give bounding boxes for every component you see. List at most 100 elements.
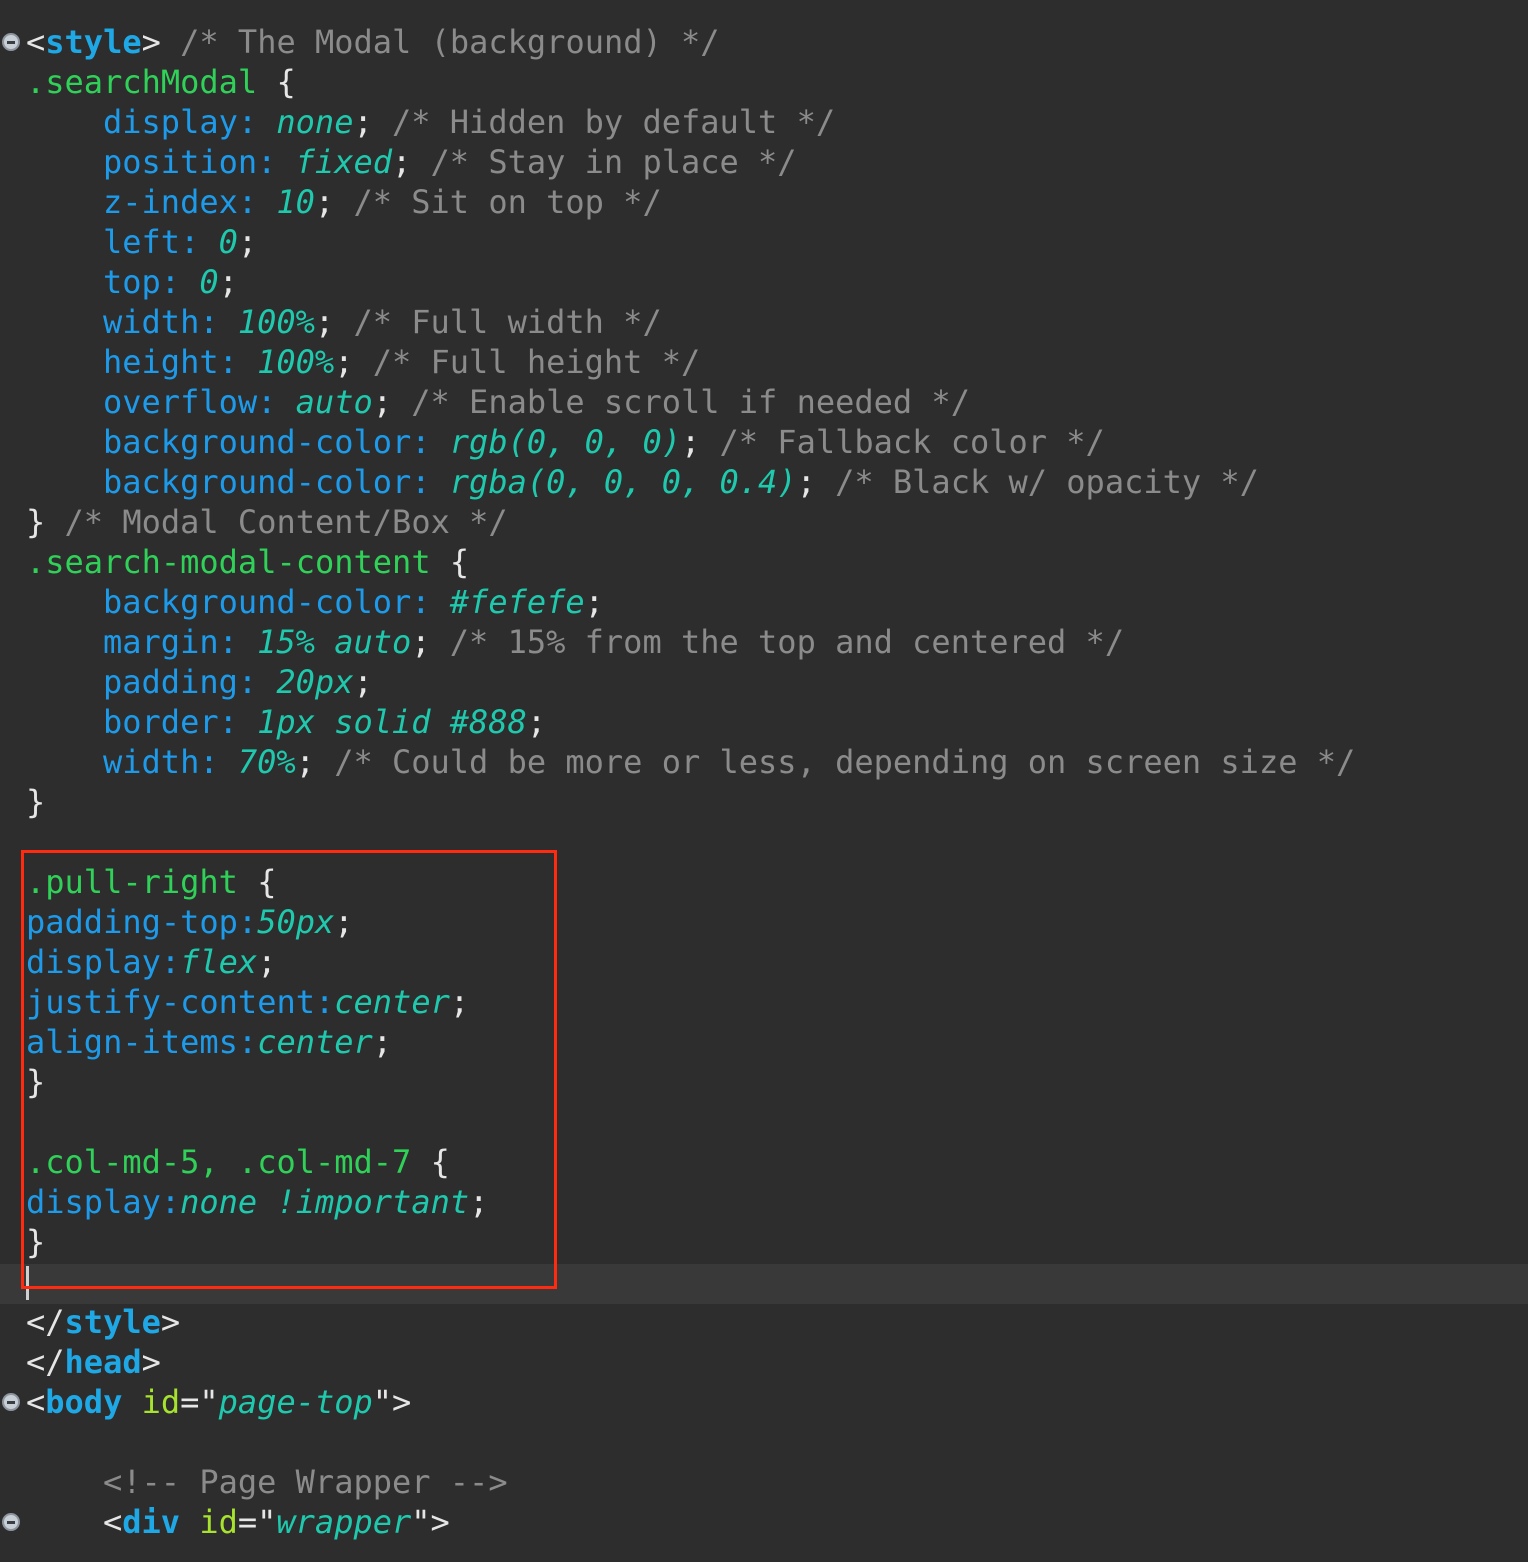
code-line[interactable]: top: 0; (26, 262, 238, 302)
code-token: head (64, 1343, 142, 1381)
code-editor[interactable]: <style> /* The Modal (background) */.sea… (0, 0, 1528, 1562)
code-token: z-index: (103, 183, 258, 221)
code-token: overflow: (103, 383, 277, 421)
code-token: { (257, 63, 296, 101)
code-token: ; (314, 183, 335, 221)
code-token: /* Black w/ opacity */ (815, 463, 1259, 501)
code-token: /* Full height */ (353, 343, 701, 381)
code-token: ; (237, 223, 258, 261)
code-token: > (141, 23, 161, 61)
code-line[interactable]: <body id="page-top"> (26, 1382, 411, 1422)
code-token: /* Fallback color */ (700, 423, 1105, 461)
code-token: ; (411, 623, 431, 661)
code-token: border: (103, 703, 238, 741)
code-line[interactable]: position: fixed; /* Stay in place */ (26, 142, 797, 182)
code-line[interactable]: margin: 15% auto; /* 15% from the top an… (26, 622, 1124, 662)
code-token: } (26, 503, 46, 541)
code-line[interactable]: background-color: #fefefe; (26, 582, 604, 622)
code-line[interactable]: overflow: auto; /* Enable scroll if need… (26, 382, 970, 422)
code-token: ; (680, 423, 701, 461)
code-token: height: (103, 343, 238, 381)
code-line[interactable]: border: 1px solid #888; (26, 702, 546, 742)
code-token: wrapper (276, 1503, 412, 1541)
code-token: </ (26, 1343, 65, 1381)
code-token: < (103, 1503, 123, 1541)
code-token: background-color: (103, 583, 431, 621)
code-line[interactable]: padding: 20px; (26, 662, 373, 702)
code-token: { (430, 543, 470, 581)
code-token: 0 (180, 263, 219, 301)
code-token: =" (237, 1503, 277, 1541)
fold-toggle-icon[interactable] (2, 33, 20, 51)
code-line[interactable]: </style> (26, 1302, 180, 1342)
red-annotation-box (21, 850, 557, 1289)
code-token: rgb(0, 0, 0) (430, 423, 681, 461)
code-line[interactable]: background-color: rgb(0, 0, 0); /* Fallb… (26, 422, 1105, 462)
code-token: padding: (103, 663, 258, 701)
code-line[interactable]: } (26, 782, 45, 822)
code-line[interactable]: <style> /* The Modal (background) */ (26, 22, 720, 62)
code-line[interactable]: width: 70%; /* Could be more or less, de… (26, 742, 1355, 782)
code-token: ; (334, 343, 354, 381)
code-line[interactable]: z-index: 10; /* Sit on top */ (26, 182, 662, 222)
code-token: 70% (218, 743, 296, 781)
code-token: ; (372, 383, 392, 421)
code-token: 0 (199, 223, 238, 261)
code-token: /* 15% from the top and centered */ (430, 623, 1125, 661)
code-line[interactable]: <div id="wrapper"> (26, 1502, 450, 1542)
code-token: > (141, 1343, 161, 1381)
fold-toggle-icon[interactable] (2, 1513, 20, 1531)
code-token: display: (103, 103, 258, 141)
code-token: auto (276, 383, 373, 421)
code-token: div (122, 1503, 181, 1541)
code-token: < (26, 23, 46, 61)
code-line[interactable]: } /* Modal Content/Box */ (26, 502, 508, 542)
code-token: > (160, 1303, 181, 1341)
code-token: </ (26, 1303, 65, 1341)
code-token: ; (218, 263, 238, 301)
code-token: "> (411, 1503, 450, 1541)
code-token: width: (103, 743, 219, 781)
code-token: rgba(0, 0, 0, 0.4) (430, 463, 797, 501)
code-token: page-top (218, 1383, 373, 1421)
code-token: ; (584, 583, 604, 621)
code-line[interactable]: <!-- Page Wrapper --> (26, 1462, 508, 1502)
code-token: position: (103, 143, 277, 181)
code-token: margin: (103, 623, 238, 661)
code-token: style (45, 23, 142, 61)
code-line[interactable]: </head> (26, 1342, 161, 1382)
fold-toggle-icon[interactable] (2, 1393, 20, 1411)
code-line[interactable]: background-color: rgba(0, 0, 0, 0.4); /*… (26, 462, 1259, 502)
code-token: ; (353, 663, 373, 701)
code-token: /* Hidden by default */ (372, 103, 836, 141)
code-token: none (257, 103, 354, 141)
code-token: top: (103, 263, 181, 301)
code-line[interactable]: .searchModal { (26, 62, 296, 102)
code-token: background-color: (103, 463, 431, 501)
code-line[interactable]: display: none; /* Hidden by default */ (26, 102, 835, 142)
code-token: ; (314, 303, 335, 341)
code-token: fixed (276, 143, 392, 181)
code-line[interactable]: .search-modal-content { (26, 542, 469, 582)
code-token: /* Sit on top */ (334, 183, 662, 221)
code-token: /* Could be more or less, depending on s… (314, 743, 1356, 781)
code-line[interactable]: width: 100%; /* Full width */ (26, 302, 662, 342)
code-line[interactable]: left: 0; (26, 222, 257, 262)
code-line[interactable]: height: 100%; /* Full height */ (26, 342, 700, 382)
code-token: =" (180, 1383, 219, 1421)
code-token: <!-- Page Wrapper --> (103, 1463, 508, 1501)
code-token: /* Modal Content/Box */ (45, 503, 508, 541)
code-token: id (199, 1503, 238, 1541)
code-token: style (64, 1303, 161, 1341)
code-token: /* The Modal (background) */ (160, 23, 720, 61)
code-token: 15% auto (237, 623, 412, 661)
code-token: ; (796, 463, 816, 501)
code-token: 20px (257, 663, 354, 701)
code-token: .searchModal (26, 63, 258, 101)
code-token: ; (391, 143, 412, 181)
code-token: width: (103, 303, 219, 341)
code-token: } (26, 783, 46, 821)
code-token: ; (526, 703, 547, 741)
